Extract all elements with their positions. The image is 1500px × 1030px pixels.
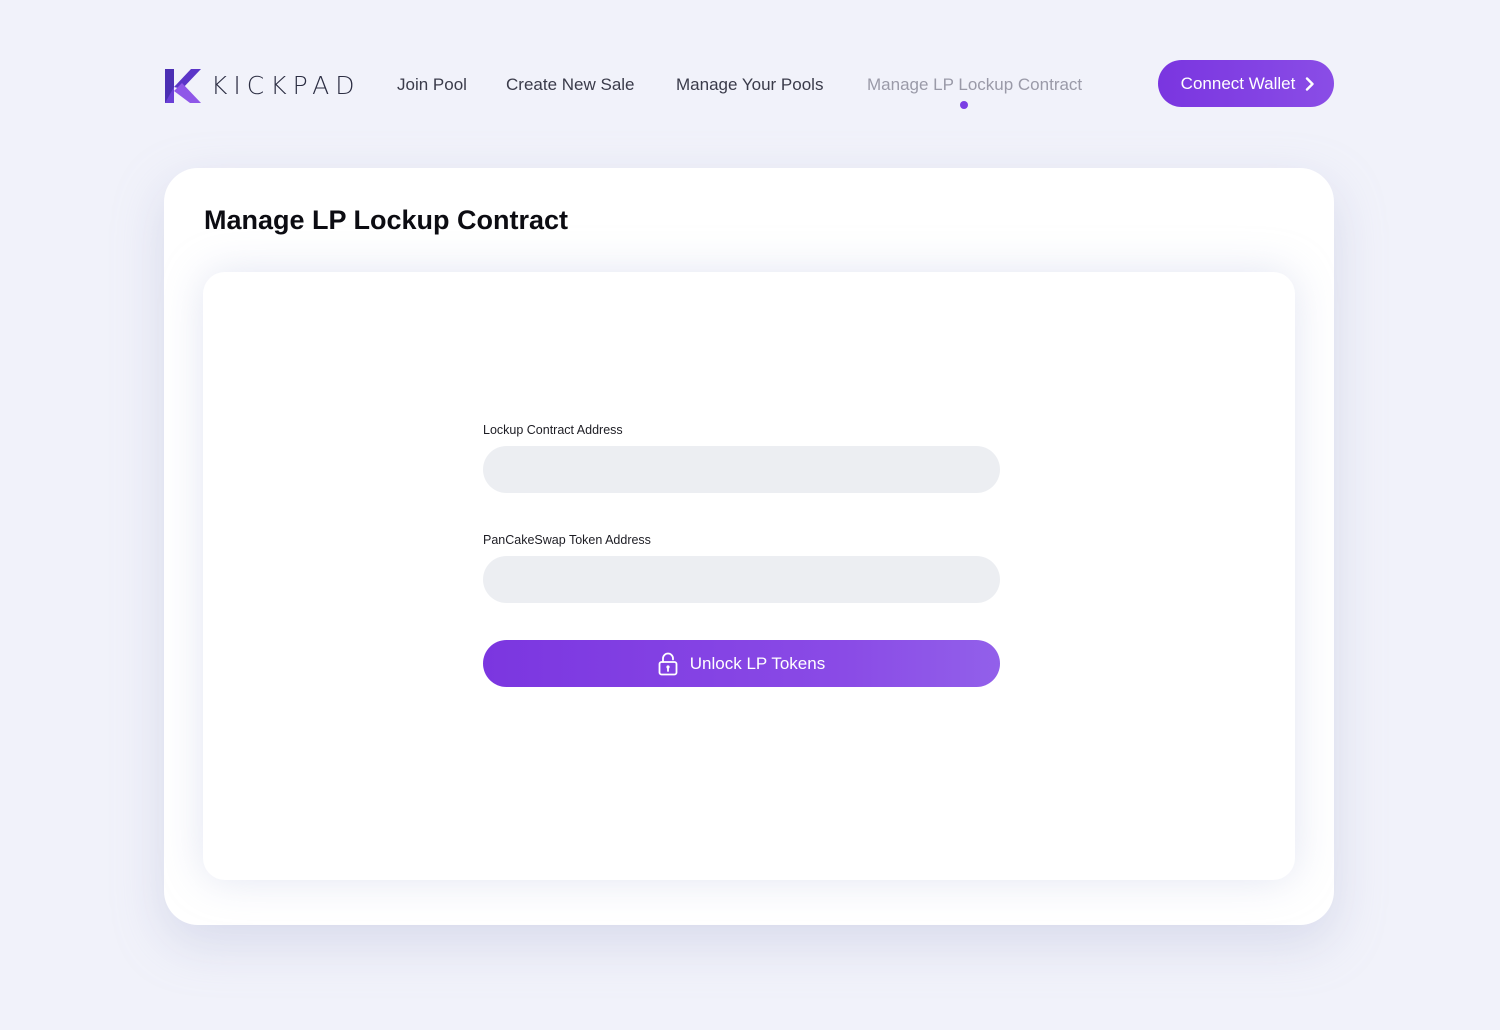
- token-address-input[interactable]: [483, 556, 1000, 603]
- lockup-address-input[interactable]: [483, 446, 1000, 493]
- nav-join-pool[interactable]: Join Pool: [397, 74, 467, 96]
- nav-manage-your-pools[interactable]: Manage Your Pools: [676, 74, 823, 96]
- active-nav-indicator: [960, 101, 968, 109]
- brand-logo[interactable]: KICKPAD: [165, 68, 360, 104]
- chevron-right-icon: [1306, 76, 1315, 91]
- brand-name: KICKPAD: [211, 71, 361, 100]
- kickpad-k-logo-icon: [165, 69, 201, 103]
- unlock-icon: [658, 652, 678, 675]
- lockup-address-label: Lockup Contract Address: [483, 423, 623, 437]
- lockup-form-panel: Lockup Contract Address PanCakeSwap Toke…: [203, 272, 1295, 880]
- connect-wallet-button[interactable]: Connect Wallet: [1158, 60, 1334, 107]
- token-address-label: PanCakeSwap Token Address: [483, 533, 651, 547]
- nav-create-new-sale[interactable]: Create New Sale: [506, 74, 635, 96]
- lockup-card: Manage LP Lockup Contract Lockup Contrac…: [164, 168, 1334, 925]
- page-title: Manage LP Lockup Contract: [204, 205, 569, 235]
- unlock-lp-tokens-button[interactable]: Unlock LP Tokens: [483, 640, 1000, 687]
- nav-manage-lp-lockup-contract[interactable]: Manage LP Lockup Contract: [867, 74, 1082, 96]
- unlock-lp-tokens-label: Unlock LP Tokens: [689, 653, 826, 673]
- connect-wallet-label: Connect Wallet: [1180, 73, 1296, 93]
- top-header: KICKPAD Join Pool Create New Sale Manage…: [0, 0, 1500, 150]
